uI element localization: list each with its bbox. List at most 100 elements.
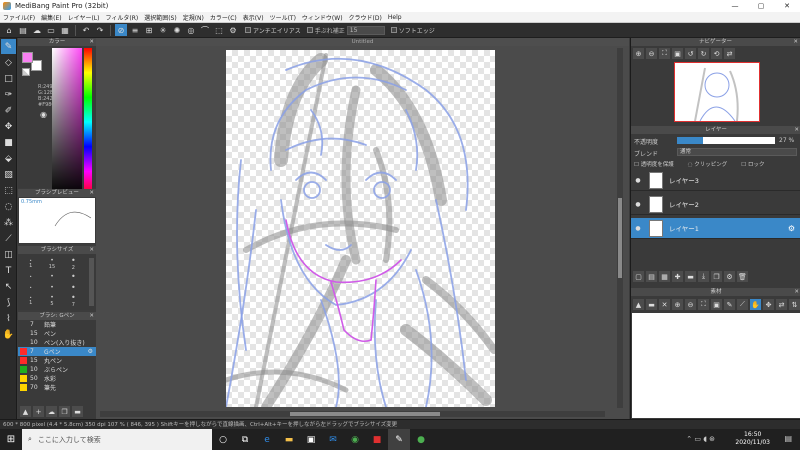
material-folder-icon[interactable]: ▬ — [646, 299, 657, 310]
panel-close-icon[interactable]: ✕ — [794, 288, 799, 296]
new-layer-icon[interactable]: ▢ — [633, 271, 644, 282]
office-icon[interactable]: ■ — [366, 429, 388, 450]
lasso-tool-icon[interactable]: ◌ — [1, 199, 16, 214]
store-icon[interactable]: ▣ — [300, 429, 322, 450]
panel-close-icon[interactable]: ✕ — [89, 38, 94, 46]
divide-tool-icon[interactable]: ◫ — [1, 247, 16, 262]
flip-horizontal-icon[interactable]: ⇄ — [724, 48, 735, 59]
move-tool-icon[interactable]: ✥ — [1, 119, 16, 134]
app-taskbar-icon[interactable]: ● — [410, 429, 432, 450]
brush-list-item[interactable]: 70 筆先 — [18, 383, 96, 392]
hue-slider[interactable] — [84, 48, 92, 196]
smudge-tool-icon[interactable]: ⌇ — [1, 311, 16, 326]
color-palette-icon[interactable]: ◉ — [40, 110, 47, 119]
menu-ruler[interactable]: 定規(N) — [180, 13, 207, 22]
material-up-icon[interactable]: ▲ — [633, 299, 644, 310]
vertical-scroll-thumb[interactable] — [618, 198, 622, 278]
taskbar-clock[interactable]: 16:50 2020/11/03 — [735, 431, 770, 447]
layer-settings-icon[interactable]: ⚙ — [724, 271, 735, 282]
protect-alpha-toggle[interactable]: ☐ 透明度を保護 — [634, 160, 674, 168]
brush-settings-icon[interactable]: ⚙ — [88, 348, 93, 355]
new-folder-icon[interactable]: ▬ — [685, 271, 696, 282]
brush-size-cell[interactable]: • 1 — [20, 256, 41, 271]
snap-cross-icon[interactable]: ⊞ — [143, 24, 155, 36]
material-flip-icon[interactable]: ⇄ — [776, 299, 787, 310]
close-button[interactable]: ✕ — [774, 0, 800, 12]
brush-list-item[interactable]: 7 Gペン ⚙ — [18, 347, 96, 356]
mail-icon[interactable]: ✉ — [322, 429, 344, 450]
eyedropper-tool-icon[interactable]: ⟋ — [1, 231, 16, 246]
undo-icon[interactable]: ↶ — [80, 24, 92, 36]
soft-edge-toggle[interactable]: ソフトエッジ — [390, 26, 435, 35]
menu-filter[interactable]: フィルタ(R) — [102, 13, 141, 22]
brush-size-cell[interactable]: • — [41, 271, 62, 282]
menu-layer[interactable]: レイヤー(L) — [65, 13, 103, 22]
gradient-tool-icon[interactable]: ▧ — [1, 167, 16, 182]
hand-tool-icon[interactable]: ✋ — [1, 327, 16, 342]
task-view-icon[interactable]: ⧉ — [234, 429, 256, 450]
magic-wand-icon[interactable]: ⁂ — [1, 215, 16, 230]
menu-help[interactable]: Help — [385, 14, 405, 21]
window-icon[interactable]: ▭ — [45, 24, 57, 36]
brush-size-cell[interactable]: • — [63, 271, 84, 282]
layer-row[interactable]: ● レイヤー3 — [631, 170, 800, 191]
save-icon[interactable]: ▤ — [17, 24, 29, 36]
notification-icon[interactable]: ▤ — [784, 434, 792, 443]
system-tray-icons[interactable]: ⌃ ▭ ◖ ⊛ — [686, 435, 715, 443]
material-close-icon[interactable]: ✕ — [659, 299, 670, 310]
operation-tool-icon[interactable]: ↖ — [1, 279, 16, 294]
clipping-toggle[interactable]: ◌ クリッピング — [688, 160, 728, 168]
panel-close-icon[interactable]: ✕ — [794, 126, 799, 134]
menu-window[interactable]: ウィンドウ(W) — [299, 13, 346, 22]
material-pen-icon[interactable]: ✎ — [724, 299, 735, 310]
antialias-checkbox[interactable] — [245, 27, 251, 33]
lock-toggle[interactable]: ☐ ロック — [741, 160, 764, 168]
material-fit-icon[interactable]: ⛶ — [698, 299, 709, 310]
minimize-button[interactable]: — — [722, 0, 748, 12]
layer-settings-icon[interactable]: ⚙ — [788, 224, 795, 233]
actual-size-icon[interactable]: ▣ — [672, 48, 683, 59]
duplicate-layer-icon[interactable]: ❐ — [711, 271, 722, 282]
file-explorer-icon[interactable]: ▬ — [278, 429, 300, 450]
brush-list-item[interactable]: 7 鉛筆 — [18, 320, 96, 329]
delete-layer-icon[interactable]: 🗑 — [737, 271, 748, 282]
layer-row[interactable]: ● レイヤー1 ⚙ — [631, 218, 800, 239]
brush-size-cell[interactable]: • 1 — [20, 293, 41, 308]
menu-tool[interactable]: ツール(T) — [267, 13, 299, 22]
material-flip-v-icon[interactable]: ⇅ — [789, 299, 800, 310]
redo-icon[interactable]: ↷ — [94, 24, 106, 36]
brush-cloud-icon[interactable]: ☁ — [46, 406, 57, 417]
brush-tool-icon[interactable]: ✎ — [1, 39, 16, 54]
home-icon[interactable]: ⌂ — [3, 24, 15, 36]
menu-edit[interactable]: 編集(E) — [38, 13, 64, 22]
brush-add-icon[interactable]: + — [33, 406, 44, 417]
add-material-icon[interactable]: ✚ — [672, 271, 683, 282]
snap-perspective-icon[interactable]: ⬚ — [213, 24, 225, 36]
blend-mode-select[interactable]: 通常 — [677, 148, 797, 156]
cortana-icon[interactable]: ○ — [212, 429, 234, 450]
material-hand-icon[interactable]: ✋ — [750, 299, 761, 310]
brush-size-cell[interactable]: • 15 — [41, 256, 62, 271]
transparent-color-swatch[interactable] — [22, 68, 30, 76]
taskbar-search[interactable]: ⌕ ここに入力して検索 — [22, 429, 212, 450]
brush-up-icon[interactable]: ▲ — [20, 406, 31, 417]
antialias-toggle[interactable]: アンチエイリアス — [245, 26, 301, 35]
select-rect-icon[interactable]: ⬚ — [1, 183, 16, 198]
brush-list-item[interactable]: 15 丸ペン — [18, 356, 96, 365]
selection-off-icon[interactable]: ⊘ — [115, 24, 127, 36]
brush-size-cell[interactable]: • — [41, 282, 62, 293]
canvas-vertical-scrollbar[interactable] — [617, 48, 623, 408]
foreground-color-swatch[interactable] — [22, 52, 33, 63]
brush-size-cell[interactable]: • — [20, 282, 41, 293]
snap-radial-icon[interactable]: ✺ — [171, 24, 183, 36]
menu-file[interactable]: ファイル(F) — [0, 13, 38, 22]
brush-size-cell[interactable]: • — [63, 282, 84, 293]
zoom-in-icon[interactable]: ⊕ — [633, 48, 644, 59]
eraser-tool-icon[interactable]: ◇ — [1, 55, 16, 70]
canvas-tab[interactable]: Untitled — [96, 38, 629, 46]
rotate-left-icon[interactable]: ↺ — [685, 48, 696, 59]
brush-list-item[interactable]: 15 ペン — [18, 329, 96, 338]
blur-tool-icon[interactable]: ⟆ — [1, 295, 16, 310]
new-color-layer-icon[interactable]: ▤ — [646, 271, 657, 282]
navigator-preview[interactable] — [674, 62, 760, 122]
